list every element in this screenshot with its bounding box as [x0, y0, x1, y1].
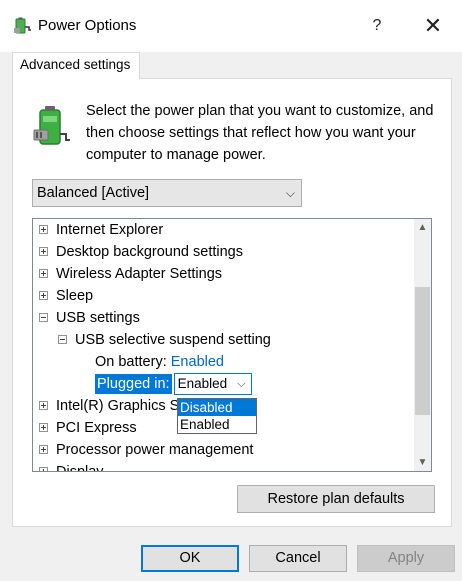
battery-plug-icon — [33, 106, 70, 145]
expand-plus-icon[interactable] — [39, 246, 48, 256]
chevron-down-icon: ⌵ — [237, 378, 246, 390]
power-plan-select[interactable]: Balanced [Active] ⌵ — [32, 179, 302, 207]
expand-plus-icon[interactable] — [39, 224, 48, 234]
tree-item-sleep[interactable]: Sleep — [39, 285, 93, 307]
tree-item-label: USB selective suspend setting — [75, 332, 271, 348]
ok-button[interactable]: OK — [141, 545, 239, 572]
window-title: Power Options — [38, 17, 137, 34]
restore-plan-defaults-button[interactable]: Restore plan defaults — [237, 485, 435, 513]
battery-plug-icon — [14, 17, 31, 34]
tree-item-label: Display — [56, 464, 104, 472]
collapse-minus-icon[interactable] — [58, 334, 67, 344]
collapse-minus-icon[interactable] — [39, 312, 48, 322]
advanced-settings-panel: Select the power plan that you want to c… — [12, 78, 452, 527]
tree-item-label: Wireless Adapter Settings — [56, 266, 223, 282]
tree-item-label: PCI Express — [56, 420, 137, 436]
plugged-in-label: Plugged in: — [95, 374, 172, 394]
expand-plus-icon[interactable] — [39, 268, 48, 278]
expand-plus-icon[interactable] — [39, 444, 48, 454]
tree-item-display[interactable]: Display — [39, 461, 104, 472]
tree-item-internet-explorer[interactable]: Internet Explorer — [39, 219, 163, 241]
dropdown-option-disabled[interactable]: Disabled — [178, 399, 256, 416]
expand-plus-icon[interactable] — [39, 422, 48, 432]
tree-item-usb-settings[interactable]: USB settings — [39, 307, 140, 329]
tree-item-processor-power[interactable]: Processor power management — [39, 439, 253, 461]
expand-plus-icon[interactable] — [39, 466, 48, 471]
intro-text: Select the power plan that you want to c… — [86, 103, 434, 163]
tab-advanced-settings[interactable]: Advanced settings — [12, 52, 140, 79]
chevron-down-icon: ⌵ — [285, 186, 295, 200]
settings-tree[interactable]: Internet Explorer Desktop background set… — [32, 218, 432, 472]
tree-item-label: Processor power management — [56, 442, 254, 458]
plugged-in-select[interactable]: Enabled ⌵ — [173, 373, 252, 395]
tree-item-label: Internet Explorer — [56, 222, 164, 238]
scroll-up-arrow-icon[interactable]: ▲ — [414, 219, 431, 236]
scroll-thumb[interactable] — [415, 287, 430, 415]
scroll-down-arrow-icon[interactable]: ▼ — [414, 454, 431, 471]
tree-item-label: Desktop background settings — [56, 244, 243, 260]
expand-plus-icon[interactable] — [39, 400, 48, 410]
close-button[interactable]: ✕ — [414, 10, 452, 42]
tree-item-desktop-background[interactable]: Desktop background settings — [39, 241, 243, 263]
tree-item-wireless-adapter[interactable]: Wireless Adapter Settings — [39, 263, 222, 285]
plugged-in-dropdown-list[interactable]: Disabled Enabled — [177, 398, 257, 434]
apply-button[interactable]: Apply — [357, 545, 455, 572]
setting-plugged-in[interactable]: Plugged in: Enabled ⌵ — [95, 373, 252, 395]
help-button[interactable]: ? — [360, 12, 394, 40]
on-battery-label: On battery: — [95, 354, 167, 370]
on-battery-value-link[interactable]: Enabled — [171, 354, 224, 370]
dropdown-option-enabled[interactable]: Enabled — [178, 416, 256, 433]
cancel-button[interactable]: Cancel — [249, 545, 347, 572]
power-plan-value: Balanced [Active] — [37, 185, 150, 201]
plugged-in-select-value: Enabled — [177, 376, 228, 391]
tree-item-label: Sleep — [56, 288, 94, 304]
tree-scrollbar[interactable]: ▲ ▼ — [414, 219, 431, 471]
expand-plus-icon[interactable] — [39, 290, 48, 300]
tree-item-label: USB settings — [56, 310, 140, 326]
title-bar: Power Options ? ✕ — [0, 0, 462, 52]
setting-on-battery[interactable]: On battery: Enabled — [95, 351, 224, 373]
tree-item-pci-express[interactable]: PCI Express — [39, 417, 137, 439]
tree-item-usb-selective-suspend[interactable]: USB selective suspend setting — [58, 329, 271, 351]
